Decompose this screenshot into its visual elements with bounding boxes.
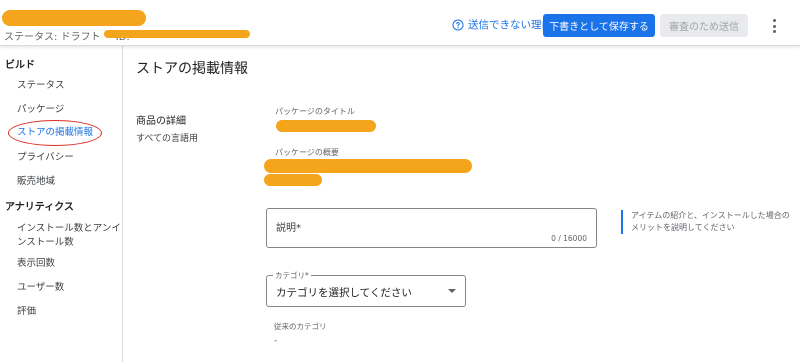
category-select[interactable]: カテゴリ* カテゴリを選択してください <box>266 270 466 307</box>
sidebar-item-distribution[interactable]: 販売地域 <box>17 175 121 189</box>
redacted-item-id <box>104 30 250 38</box>
category-placeholder: カテゴリを選択してください <box>276 287 412 299</box>
category-label: カテゴリ* <box>273 270 311 281</box>
sidebar-header-build: ビルド <box>5 60 35 71</box>
more-options-icon[interactable] <box>768 17 780 35</box>
section-subtitle: すべての言語用 <box>136 134 199 144</box>
legacy-category-label: 従来のカテゴリ <box>274 322 327 331</box>
page-title: ストアの掲載情報 <box>136 61 248 77</box>
redacted-app-name <box>2 10 146 26</box>
description-field[interactable]: 説明* 0 / 16000 <box>266 208 597 248</box>
help-icon <box>452 19 464 30</box>
save-draft-button[interactable]: 下書きとして保存する <box>543 14 655 37</box>
sidebar-header-analytics: アナリティクス <box>5 202 74 213</box>
description-char-counter: 0 / 16000 <box>551 234 587 243</box>
draft-status: ステータス: ドラフト <box>4 32 101 43</box>
sidebar-item-users[interactable]: ユーザー数 <box>17 281 121 295</box>
sidebar-item-installs[interactable]: インストール数とアンインストール数 <box>17 222 121 250</box>
redacted-package-summary[interactable] <box>264 159 472 173</box>
main-content: ストアの掲載情報 商品の詳細 すべての言語用 パッケージのタイトル パッケージの… <box>124 46 800 362</box>
sidebar-item-privacy[interactable]: プライバシー <box>17 151 121 165</box>
package-summary-label: パッケージの概要 <box>275 148 339 157</box>
sidebar-item-status[interactable]: ステータス <box>17 79 121 93</box>
description-label: 説明* <box>276 223 301 234</box>
sidebar-item-package[interactable]: パッケージ <box>17 103 121 117</box>
submit-for-review-button[interactable]: 審査のため送信 <box>660 14 748 37</box>
sidebar-item-ratings[interactable]: 評価 <box>17 305 121 319</box>
redacted-package-summary-line2 <box>264 174 322 186</box>
description-help-text: アイテムの紹介と、インストールした場合のメリットを説明してください <box>621 210 796 234</box>
why-cannot-submit-link[interactable]: 送信できない理由 <box>452 17 552 32</box>
sidebar-item-impressions[interactable]: 表示回数 <box>17 257 121 271</box>
sidebar: ビルド ステータス パッケージ ストアの掲載情報 プライバシー 販売地域 アナリ… <box>0 46 123 362</box>
dropdown-arrow-icon <box>448 289 456 293</box>
why-cannot-submit-label: 送信できない理由 <box>468 19 552 31</box>
top-bar: ステータス: ドラフト ID: 送信できない理由 下書きとして保存する 審査のた… <box>0 0 800 46</box>
package-title-label: パッケージのタイトル <box>275 107 355 116</box>
legacy-category-value: - <box>274 336 278 346</box>
section-title: 商品の詳細 <box>136 116 186 127</box>
red-annotation-circle <box>8 120 102 146</box>
redacted-package-title[interactable] <box>276 120 376 132</box>
